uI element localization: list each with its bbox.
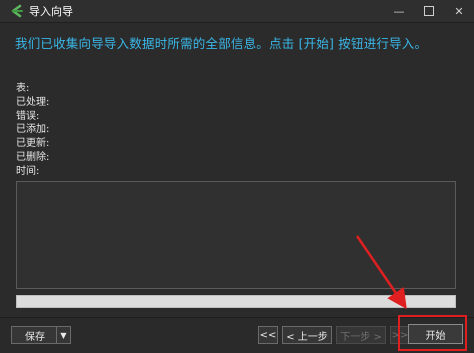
annotation-arrow bbox=[355, 235, 407, 310]
